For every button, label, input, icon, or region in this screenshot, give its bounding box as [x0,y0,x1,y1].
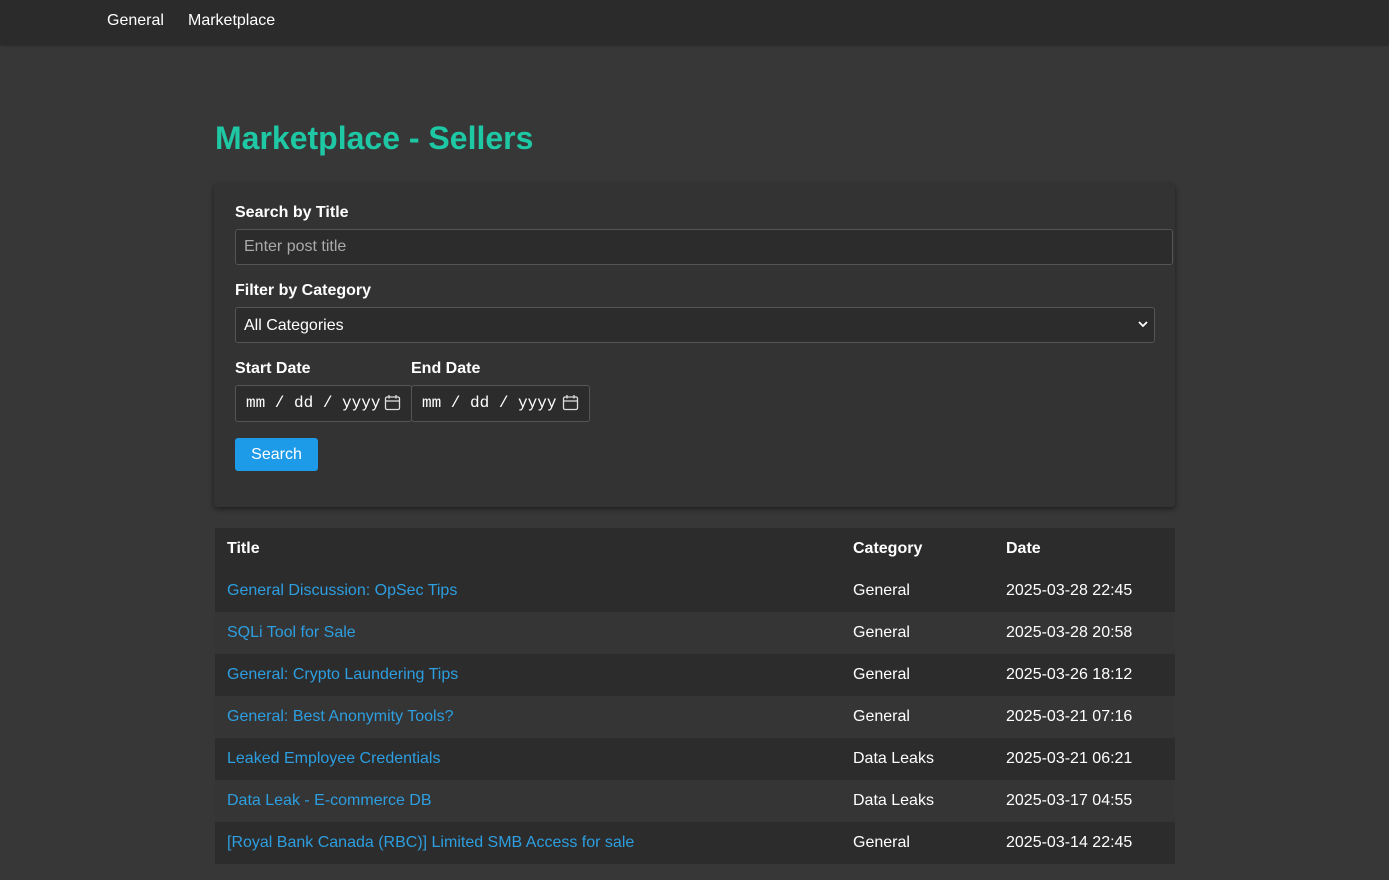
table-row: SQLi Tool for Sale General 2025-03-28 20… [215,612,1175,654]
category-label: Filter by Category [235,282,372,299]
post-title-link[interactable]: Leaked Employee Credentials [227,750,440,767]
post-date: 2025-03-26 18:12 [994,654,1175,696]
post-category: Data Leaks [841,780,994,822]
end-date-placeholder: mm / dd / yyyy [422,394,557,412]
start-date-input[interactable]: mm / dd / yyyy [235,385,412,422]
table-row: [Royal Bank Canada (RBC)] Limited SMB Ac… [215,822,1175,864]
search-button[interactable]: Search [235,438,318,471]
page-title: Marketplace - Sellers [215,120,534,156]
post-date: 2025-03-28 20:58 [994,612,1175,654]
column-header-category: Category [841,528,994,570]
post-date: 2025-03-28 22:45 [994,570,1175,612]
table-row: Leaked Employee Credentials Data Leaks 2… [215,738,1175,780]
chevron-down-icon [1138,321,1148,328]
post-title-link[interactable]: Data Leak - E-commerce DB [227,792,432,809]
post-date: 2025-03-21 06:21 [994,738,1175,780]
table-header-row: Title Category Date [215,528,1175,570]
post-category: Data Leaks [841,738,994,780]
table-row: Data Leak - E-commerce DB Data Leaks 202… [215,780,1175,822]
start-date-label: Start Date [235,360,311,377]
category-select-value: All Categories [244,317,344,334]
column-header-date: Date [994,528,1175,570]
category-select[interactable]: All Categories [235,307,1155,343]
post-title-link[interactable]: General: Crypto Laundering Tips [227,666,458,683]
calendar-icon[interactable] [384,394,401,411]
post-category: General [841,612,994,654]
search-label: Search by Title [235,204,349,221]
post-title-link[interactable]: SQLi Tool for Sale [227,624,356,641]
post-category: General [841,654,994,696]
post-title-link[interactable]: General: Best Anonymity Tools? [227,708,454,725]
start-date-placeholder: mm / dd / yyyy [246,394,381,412]
nav-link-marketplace[interactable]: Marketplace [188,12,275,30]
nav-link-general[interactable]: General [107,12,164,30]
post-category: General [841,570,994,612]
post-category: General [841,822,994,864]
table-row: General: Crypto Laundering Tips General … [215,654,1175,696]
post-date: 2025-03-17 04:55 [994,780,1175,822]
post-title-link[interactable]: [Royal Bank Canada (RBC)] Limited SMB Ac… [227,834,634,851]
top-nav: General Marketplace [0,0,1389,44]
table-row: General Discussion: OpSec Tips General 2… [215,570,1175,612]
table-row: General: Best Anonymity Tools? General 2… [215,696,1175,738]
end-date-input[interactable]: mm / dd / yyyy [411,385,590,422]
post-date: 2025-03-14 22:45 [994,822,1175,864]
calendar-icon[interactable] [562,394,579,411]
post-date: 2025-03-21 07:16 [994,696,1175,738]
filter-panel: Search by Title Filter by Category All C… [214,184,1175,507]
search-input[interactable] [235,229,1173,265]
post-title-link[interactable]: General Discussion: OpSec Tips [227,582,457,599]
posts-table: Title Category Date General Discussion: … [215,528,1175,864]
end-date-label: End Date [411,360,481,377]
post-category: General [841,696,994,738]
column-header-title: Title [215,528,841,570]
